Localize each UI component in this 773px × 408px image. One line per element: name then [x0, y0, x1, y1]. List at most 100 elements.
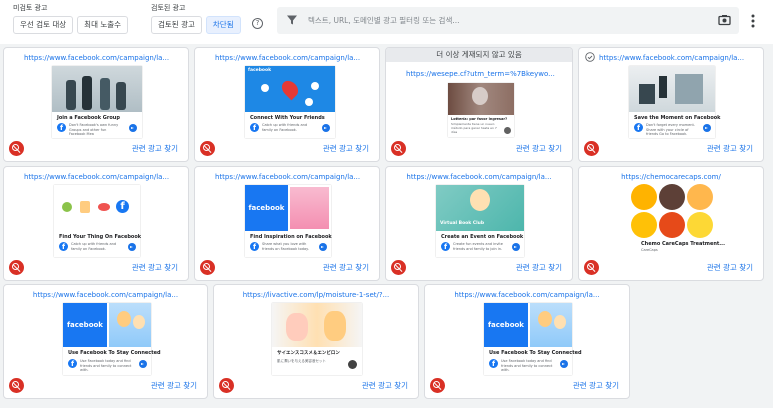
block-icon[interactable]: [430, 378, 445, 393]
ad-card[interactable]: https://www.facebook.com/campaign/la... …: [194, 166, 380, 281]
ad-card[interactable]: https://chemocarecaps.com/ Chemo CareCap…: [578, 166, 764, 281]
check-circle-icon: [585, 52, 595, 62]
block-icon[interactable]: [391, 141, 406, 156]
related-ads-link[interactable]: 관련 광고 찾기: [707, 262, 753, 273]
unreviewed-ads-group: 미검토 광고 우선 검토 대상 최대 노출수: [13, 3, 129, 34]
arrow-right-icon: [703, 124, 711, 132]
ad-creative: サイエンスコスメ＆エンビロン 肌に潤いを与える美容液セット: [272, 303, 362, 375]
block-icon[interactable]: [391, 260, 406, 275]
camera-search-icon[interactable]: [718, 14, 731, 26]
more-options-icon[interactable]: [748, 13, 758, 29]
arrow-right-icon: [322, 124, 330, 132]
ad-creative: facebook Connect With Your Friends f Cat…: [245, 66, 335, 138]
ad-creative: Save the Moment on Facebook f Don't forg…: [629, 66, 721, 138]
related-ads-link[interactable]: 관련 광고 찾기: [323, 262, 369, 273]
block-icon[interactable]: [200, 141, 215, 156]
ad-creative: Virtual Book Club Create an Event on Fac…: [436, 185, 524, 257]
related-ads-link[interactable]: 관련 광고 찾기: [516, 262, 562, 273]
ad-url[interactable]: https://www.facebook.com/campaign/la...: [579, 51, 763, 65]
ad-overlay-text: Virtual Book Club: [440, 221, 485, 226]
related-ads-link[interactable]: 관련 광고 찾기: [573, 380, 619, 391]
ad-text: Don't Facebook's own funny Groups and ot…: [69, 123, 119, 136]
ad-card[interactable]: https://www.facebook.com/campaign/la... …: [194, 47, 380, 162]
ad-text: Simplemente tiene un nuevo método para g…: [451, 122, 497, 134]
facebook-logo: facebook: [245, 185, 288, 231]
ad-title: Use Facebook To Stay Connected: [489, 350, 582, 356]
reviewed-ads-button[interactable]: 검토된 광고: [151, 16, 202, 34]
ad-creative: f Find Your Thing On Facebook f Catch up…: [54, 185, 142, 257]
related-ads-link[interactable]: 관련 광고 찾기: [132, 143, 178, 154]
ad-card[interactable]: https://www.facebook.com/campaign/la... …: [3, 166, 189, 281]
block-icon[interactable]: [219, 378, 234, 393]
ad-title: Lottería: por favor ingresar?: [451, 117, 508, 121]
related-ads-link[interactable]: 관련 광고 찾기: [707, 143, 753, 154]
ad-text: Catch up with friends and family on Face…: [71, 242, 117, 251]
toolbar: 미검토 광고 우선 검토 대상 최대 노출수 검토된 광고 검토된 광고 차단됨…: [0, 0, 773, 44]
ad-title: Join a Facebook Group: [57, 115, 120, 121]
ad-creative: Chemo CareCaps Treatment... CareCaps: [629, 184, 725, 258]
facebook-icon: f: [250, 123, 259, 132]
related-ads-link[interactable]: 관련 광고 찾기: [362, 380, 408, 391]
ad-card[interactable]: https://www.facebook.com/campaign/la... …: [3, 284, 208, 399]
ad-card[interactable]: https://www.facebook.com/campaign/la... …: [578, 47, 764, 162]
ad-url[interactable]: https://www.facebook.com/campaign/la...: [4, 51, 188, 65]
ad-url[interactable]: https://www.facebook.com/campaign/la...: [195, 170, 379, 184]
ad-text: Use Facebook today and find friends and …: [501, 359, 553, 372]
related-ads-link[interactable]: 관련 광고 찾기: [323, 143, 369, 154]
ad-title: サイエンスコスメ＆エンビロン: [277, 351, 340, 356]
ad-text: CareCaps: [641, 248, 658, 252]
arrow-right-icon: [128, 243, 136, 251]
ad-url[interactable]: https://www.facebook.com/campaign/la...: [4, 170, 188, 184]
no-longer-running-banner: 더 이상 게재되지 않고 있음: [386, 48, 572, 62]
ad-text: Use Facebook today and find friends and …: [80, 359, 132, 372]
ad-url[interactable]: https://www.facebook.com/campaign/la...: [425, 288, 629, 302]
block-icon[interactable]: [584, 141, 599, 156]
block-icon[interactable]: [9, 260, 24, 275]
ad-title: Find Inspiration on Facebook: [250, 234, 332, 240]
block-icon[interactable]: [9, 141, 24, 156]
ad-title: Create an Event on Facebook: [441, 234, 524, 240]
facebook-icon: f: [489, 359, 498, 368]
search-input[interactable]: [308, 12, 698, 29]
ad-text: Catch up with friends and family on Face…: [262, 123, 308, 132]
blocked-ads-button[interactable]: 차단됨: [205, 16, 241, 34]
ad-title: Chemo CareCaps Treatment...: [641, 241, 725, 247]
arrow-right-icon: [512, 243, 520, 251]
ad-title: Find Your Thing On Facebook: [59, 234, 142, 240]
ad-creative: facebook Use Facebook To Stay Connected …: [484, 303, 582, 375]
ad-text: Don't forget every moment. Share with yo…: [646, 123, 695, 136]
help-icon[interactable]: ?: [252, 18, 263, 29]
block-icon[interactable]: [9, 378, 24, 393]
ad-card[interactable]: https://www.facebook.com/campaign/la... …: [385, 166, 573, 281]
facebook-icon: f: [634, 123, 643, 132]
ad-url[interactable]: https://chemocarecaps.com/: [579, 170, 763, 184]
ad-title: Save the Moment on Facebook: [634, 115, 721, 121]
block-icon[interactable]: [200, 260, 215, 275]
ad-card[interactable]: 더 이상 게재되지 않고 있음 https://wesepe.cf?utm_te…: [385, 47, 573, 162]
reviewed-ads-caption: 검토된 광고: [151, 4, 186, 12]
ad-url[interactable]: https://www.facebook.com/campaign/la...: [386, 170, 572, 184]
ad-card[interactable]: https://www.facebook.com/campaign/la... …: [3, 47, 189, 162]
facebook-icon: f: [57, 123, 66, 132]
block-icon[interactable]: [584, 260, 599, 275]
facebook-icon: f: [250, 242, 259, 251]
ad-url[interactable]: https://livactive.com/lp/moisture-1-set/…: [214, 288, 418, 302]
ad-creative: facebook Use Facebook To Stay Connected …: [63, 303, 161, 375]
related-ads-link[interactable]: 관련 광고 찾기: [151, 380, 197, 391]
ad-title: Connect With Your Friends: [250, 115, 325, 121]
ad-url[interactable]: https://www.facebook.com/campaign/la...: [4, 288, 207, 302]
related-ads-link[interactable]: 관련 광고 찾기: [132, 262, 178, 273]
related-ads-link[interactable]: 관련 광고 찾기: [516, 143, 562, 154]
max-exposure-button[interactable]: 최대 노출수: [77, 16, 129, 34]
ad-creative: facebook Find Inspiration on Facebook f …: [245, 185, 332, 257]
arrow-right-icon: [139, 360, 147, 368]
filter-icon[interactable]: [286, 14, 298, 26]
facebook-logo: facebook: [484, 303, 528, 347]
ad-text: Create fun events and invite friends and…: [453, 242, 503, 251]
ad-card[interactable]: https://www.facebook.com/campaign/la... …: [424, 284, 630, 399]
priority-review-button[interactable]: 우선 검토 대상: [13, 16, 74, 34]
ad-card[interactable]: https://livactive.com/lp/moisture-1-set/…: [213, 284, 419, 399]
ad-url[interactable]: https://www.facebook.com/campaign/la...: [195, 51, 379, 65]
ad-url[interactable]: https://wesepe.cf?utm_term=%7Bkeywo...: [386, 67, 572, 81]
facebook-icon: f: [59, 242, 68, 251]
